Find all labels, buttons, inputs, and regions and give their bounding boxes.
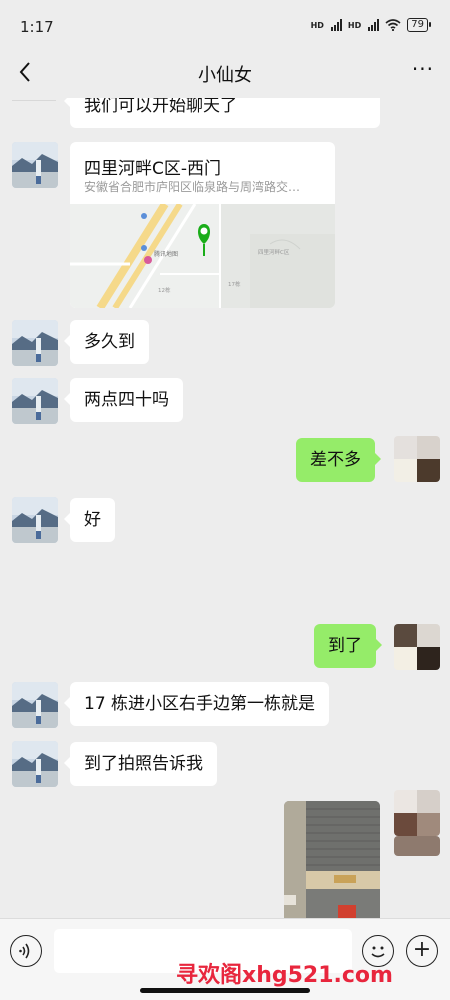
message-text: 好 xyxy=(84,510,101,530)
voice-icon[interactable] xyxy=(10,935,42,967)
avatar[interactable] xyxy=(12,741,58,787)
page-title: 小仙女 xyxy=(198,65,252,86)
signal-icon-1 xyxy=(330,19,342,31)
divider xyxy=(12,100,56,101)
message-bubble[interactable]: 到了拍照告诉我 xyxy=(64,742,217,786)
avatar-image-icon xyxy=(12,320,58,366)
avatar[interactable] xyxy=(394,436,440,482)
wifi-icon xyxy=(385,19,401,31)
message-text: 到了 xyxy=(328,636,362,656)
location-address: 安徽省合肥市庐阳区临泉路与周湾路交… xyxy=(84,180,301,194)
watermark: 寻欢阁xhg521.com xyxy=(176,963,393,988)
photo-message[interactable] xyxy=(284,801,380,918)
message-text: 17 栋进小区右手边第一栋就是 xyxy=(84,694,316,714)
status-icons: HD HD 79 xyxy=(310,18,431,32)
battery-icon: 79 xyxy=(407,18,431,32)
location-card[interactable]: 四里河畔C区-西门 安徽省合肥市庐阳区临泉路与周湾路交… 腾讯地图 四里河畔C区… xyxy=(70,142,335,308)
avatar[interactable] xyxy=(12,320,58,366)
avatar-image-icon xyxy=(12,142,58,188)
avatar[interactable] xyxy=(394,790,440,836)
chat-header: 小仙女 ··· xyxy=(0,48,450,98)
message-text: 两点四十吗 xyxy=(84,390,169,410)
location-title: 四里河畔C区-西门 xyxy=(84,159,222,179)
message-bubble[interactable]: 我们可以开始聊天了 xyxy=(64,98,380,128)
avatar[interactable] xyxy=(12,378,58,424)
message-bubble[interactable]: 好 xyxy=(64,498,115,542)
map-label-1: 腾讯地图 xyxy=(154,250,178,258)
map-thumbnail: 腾讯地图 四里河畔C区 17栋 12栋 xyxy=(70,204,335,308)
message-bubble[interactable]: 差不多 xyxy=(296,438,381,482)
avatar-image-icon xyxy=(12,378,58,424)
avatar[interactable] xyxy=(394,624,440,670)
message-text: 我们可以开始聊天了 xyxy=(84,98,237,116)
avatar xyxy=(394,836,440,856)
plus-icon[interactable]: + xyxy=(406,935,438,967)
message-bubble[interactable]: 17 栋进小区右手边第一栋就是 xyxy=(63,682,330,726)
avatar-image-icon xyxy=(394,624,440,670)
hd-label-1: HD xyxy=(310,20,324,30)
avatar-image-icon xyxy=(12,741,58,787)
message-bubble[interactable]: 到了 xyxy=(314,624,382,668)
signal-icon-2 xyxy=(368,19,380,31)
message-text: 多久到 xyxy=(84,332,135,352)
photo-thumbnail xyxy=(284,801,380,918)
avatar-image-icon xyxy=(394,790,440,836)
home-indicator xyxy=(140,988,310,993)
chat-area: 我们可以开始聊天了 四里河畔C区-西门 安徽省合肥市庐阳区临泉路与周湾路交… 腾… xyxy=(0,98,450,918)
avatar[interactable] xyxy=(12,142,58,188)
avatar-image-icon xyxy=(12,497,58,543)
map-label-2: 四里河畔C区 xyxy=(258,248,290,256)
avatar[interactable] xyxy=(12,682,58,728)
avatar-image-icon xyxy=(394,436,440,482)
message-bubble[interactable]: 两点四十吗 xyxy=(64,378,183,422)
message-text: 到了拍照告诉我 xyxy=(84,754,203,774)
avatar-image-icon xyxy=(12,682,58,728)
map-label-4: 12栋 xyxy=(158,286,171,294)
avatar[interactable] xyxy=(12,497,58,543)
message-bubble[interactable]: 多久到 xyxy=(64,320,149,364)
message-text: 差不多 xyxy=(310,450,361,470)
map-label-3: 17栋 xyxy=(228,280,241,288)
ellipsis-icon[interactable]: ··· xyxy=(412,59,434,79)
hd-label-2: HD xyxy=(347,20,362,30)
status-bar: 1:17 HD HD 79 xyxy=(0,0,450,48)
status-time: 1:17 xyxy=(20,18,54,36)
